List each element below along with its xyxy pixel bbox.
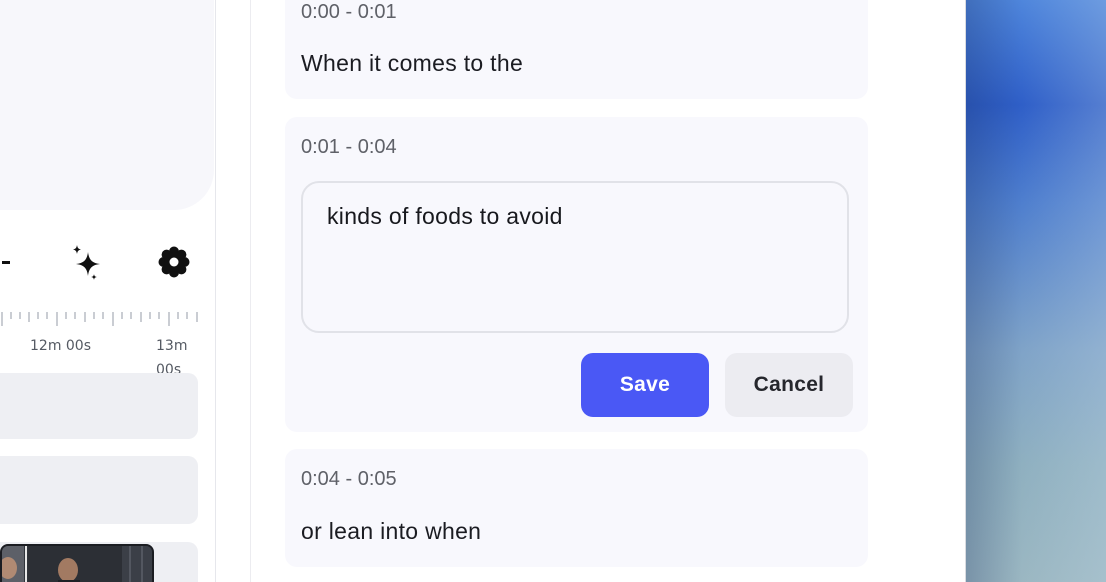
segment-edit-textarea[interactable]: kinds of foods to avoid [301, 181, 849, 333]
segment-text[interactable]: or lean into when [301, 518, 481, 545]
transcript-segment[interactable]: 0:00 - 0:01 When it comes to the [285, 0, 868, 99]
editor-panel: 12m 00s 13m 00s [0, 0, 216, 582]
sparkle-icon[interactable] [66, 242, 106, 282]
transcript-segment[interactable]: 0:04 - 0:05 or lean into when [285, 449, 868, 567]
segment-timestamp: 0:04 - 0:05 [301, 468, 397, 490]
gear-icon[interactable] [154, 242, 194, 282]
panel-gap [216, 0, 250, 582]
ruler-label-13m: 13m [156, 338, 188, 354]
segment-timestamp: 0:00 - 0:01 [301, 1, 397, 23]
video-clip[interactable] [0, 544, 154, 582]
segment-timestamp: 0:01 - 0:04 [301, 136, 397, 158]
ruler-label-12m: 12m 00s [30, 338, 92, 354]
timeline-track[interactable] [0, 373, 198, 439]
timeline-track[interactable] [0, 456, 198, 524]
transcript-panel: 0:00 - 0:01 When it comes to the 0:01 - … [250, 0, 918, 582]
video-clip-track[interactable] [0, 542, 198, 582]
timeline-ruler[interactable] [0, 310, 200, 330]
segment-text[interactable]: When it comes to the [301, 50, 523, 77]
cancel-button[interactable]: Cancel [725, 353, 853, 417]
save-button[interactable]: Save [581, 353, 709, 417]
panel-gap [917, 0, 966, 582]
desktop-wallpaper [966, 0, 1106, 582]
transcript-segment-editing[interactable]: 0:01 - 0:04 kinds of foods to avoid Save… [285, 117, 868, 432]
zoom-out-icon[interactable] [0, 250, 12, 274]
video-preview [0, 0, 214, 210]
